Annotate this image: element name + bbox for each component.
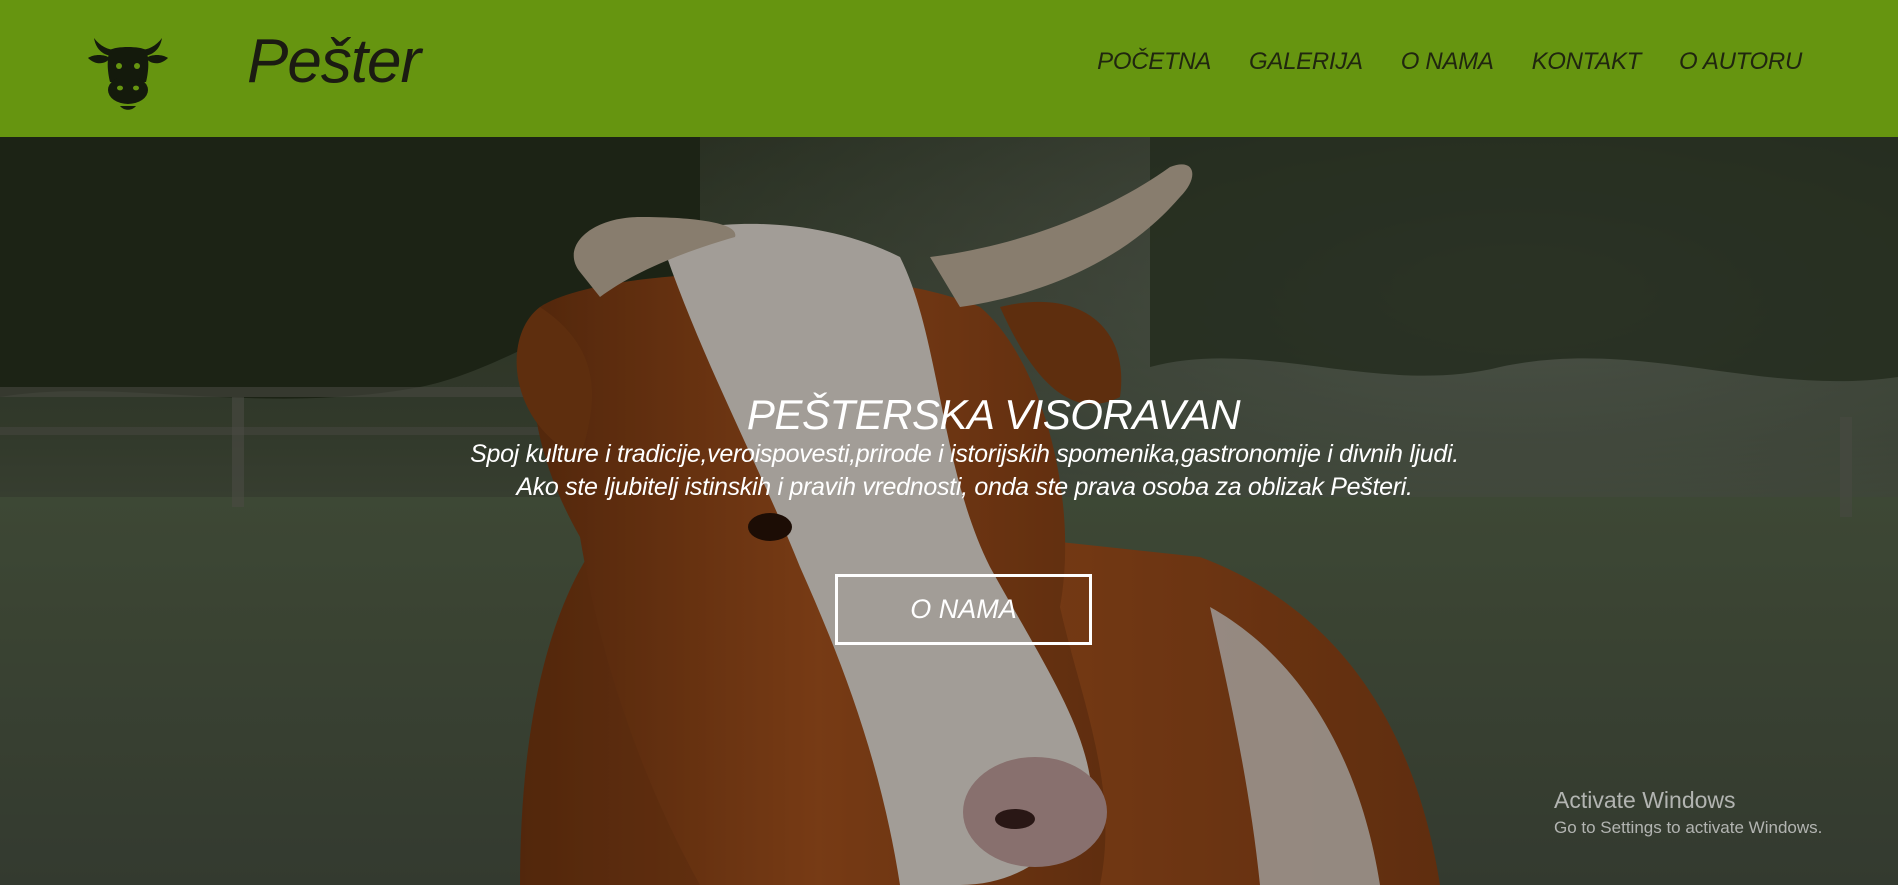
- cow-head-icon[interactable]: [86, 28, 170, 112]
- hero-title: PEŠTERSKA VISORAVAN: [746, 391, 1241, 438]
- nav-item-kontakt[interactable]: KONTAKT: [1532, 46, 1642, 78]
- hero-overlay: [0, 137, 1898, 885]
- nav-item-pocetna[interactable]: POČETNA: [1097, 46, 1211, 78]
- watermark-subtitle: Go to Settings to activate Windows.: [1554, 818, 1823, 837]
- nav-item-o-autoru[interactable]: O AUTORU: [1679, 46, 1802, 78]
- nav-item-o-nama[interactable]: O NAMA: [1401, 46, 1494, 78]
- nav-item-galerija[interactable]: GALERIJA: [1249, 46, 1363, 78]
- hero-section: PEŠTERSKA VISORAVAN Spoj kulture i tradi…: [0, 137, 1898, 885]
- brand-title[interactable]: Pešter: [247, 22, 421, 102]
- main-nav: POČETNA GALERIJA O NAMA KONTAKT O AUTORU: [1097, 46, 1802, 78]
- activate-windows-watermark: Activate Windows Go to Settings to activ…: [1554, 786, 1822, 840]
- page: Pešter POČETNA GALERIJA O NAMA KONTAKT O…: [0, 0, 1898, 885]
- hero-subtitle: Spoj kulture i tradicije,veroispovesti,p…: [0, 438, 1898, 504]
- hero-subtitle-line2: Ako ste ljubitelj istinskih i pravih vre…: [516, 473, 1413, 501]
- hero-subtitle-line1: Spoj kulture i tradicije,veroispovesti,p…: [470, 440, 1459, 468]
- o-nama-button[interactable]: O NAMA: [835, 574, 1092, 645]
- watermark-title: Activate Windows: [1554, 787, 1736, 813]
- site-header: Pešter POČETNA GALERIJA O NAMA KONTAKT O…: [0, 0, 1898, 137]
